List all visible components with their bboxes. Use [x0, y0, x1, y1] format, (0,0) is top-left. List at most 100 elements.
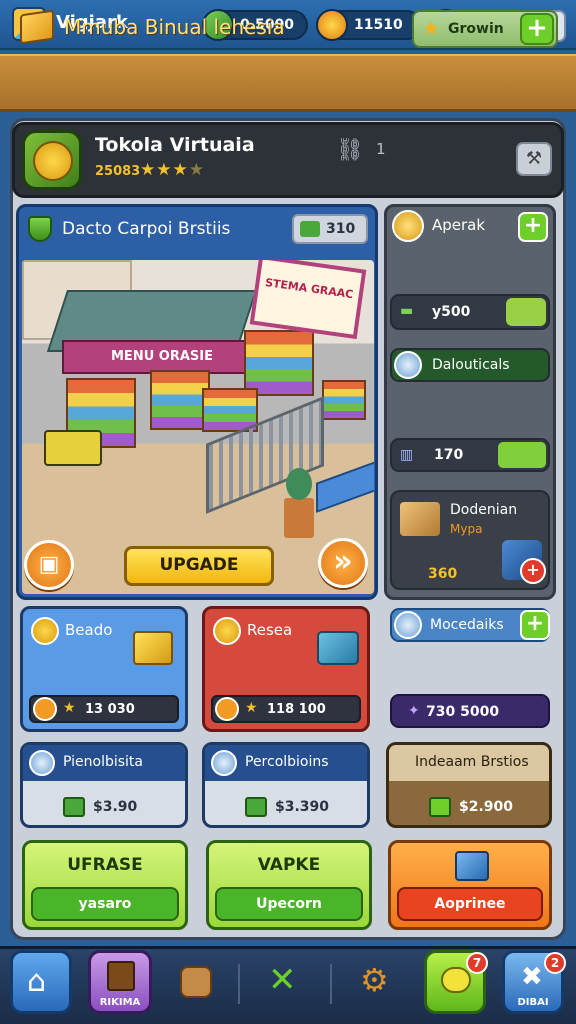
- box-slot-value: 170: [434, 447, 464, 463]
- link-count: 1: [376, 140, 386, 158]
- clock-icon: [33, 697, 57, 721]
- store-isometric-scene[interactable]: MENU ORASIE STEMA GRAAC: [22, 260, 374, 594]
- nav-separator: [238, 964, 240, 1004]
- aoprinee-button[interactable]: Aoprinee: [388, 840, 552, 930]
- resea-card[interactable]: Resea ★ 118 100: [202, 606, 370, 732]
- hammer-icon: ⚒: [525, 148, 543, 169]
- aoprinee-sub: Aoprinee: [397, 887, 543, 921]
- store-settings-button[interactable]: ⚒: [516, 142, 552, 176]
- fast-forward-button[interactable]: »: [318, 538, 368, 588]
- tools-notification-badge: 2: [544, 952, 566, 974]
- star-icon: ★: [422, 16, 440, 40]
- grow-plus-button[interactable]: +: [520, 13, 554, 45]
- info-card-pienolbisita[interactable]: Pienolbisita $3.90: [20, 742, 188, 828]
- store-rating-value: 25083: [95, 164, 141, 179]
- fast-forward-icon: »: [333, 544, 353, 579]
- product-shelf: [244, 330, 314, 396]
- delivery-box-icon: [400, 502, 440, 536]
- beado-card[interactable]: Beado ★ 13 030: [20, 606, 188, 732]
- cash-icon: [63, 797, 85, 817]
- badge-icon: [394, 611, 422, 639]
- info-card-price: $3.390: [245, 795, 355, 823]
- blue-sign: [316, 461, 374, 513]
- info-card-value: $3.90: [93, 799, 138, 815]
- info-card-title: Pienolbisita: [63, 754, 143, 770]
- box-button[interactable]: ▣: [24, 540, 74, 590]
- billboard-sign: STEMA GRAAC: [249, 260, 367, 340]
- scene-cash-badge: 310: [292, 214, 368, 244]
- gem-slot-value: 730 5000: [426, 704, 500, 720]
- grow-button[interactable]: ★ Growin +: [412, 10, 558, 48]
- coin-counter[interactable]: 11510: [316, 9, 422, 41]
- info-card-percolbioins[interactable]: Percolbioins $3.390: [202, 742, 370, 828]
- delivery-subtitle: Mypa: [450, 522, 483, 536]
- vapke-button[interactable]: VAPKE Upecorn: [206, 840, 372, 930]
- ufrase-button[interactable]: UFRASE yasaro: [22, 840, 188, 930]
- clock-icon: [215, 697, 239, 721]
- link-icon[interactable]: ⛓: [336, 138, 364, 163]
- box-slot[interactable]: ▥ 170: [390, 438, 550, 472]
- upgrade-button[interactable]: UPGADE: [124, 546, 274, 586]
- banner-title: Mmuba Binual lehesia: [64, 15, 285, 39]
- coin-icon: [392, 210, 424, 242]
- ufrase-sub: yasaro: [31, 887, 179, 921]
- info-card-price: $2.900: [429, 795, 539, 823]
- nav-menu-label: RIKIMA: [99, 997, 141, 1008]
- collect-bar[interactable]: [498, 442, 546, 468]
- cash-slot[interactable]: ▬ y500: [390, 294, 550, 330]
- beado-progress: ★ 13 030: [29, 695, 179, 723]
- info-card-header: Percolbioins: [205, 745, 367, 781]
- coin-value: 11510: [354, 17, 403, 33]
- info-card-header: Indeaam Brstios: [389, 745, 549, 781]
- info-card-indeaam[interactable]: Indeaam Brstios $2.900: [386, 742, 552, 828]
- nav-home[interactable]: ⌂: [10, 950, 72, 1014]
- resea-value: 118 100: [267, 702, 326, 717]
- resea-title: Resea: [247, 621, 293, 639]
- nav-tools-label: DIBAI: [517, 997, 549, 1008]
- badge-icon: [211, 750, 237, 776]
- home-icon: ⌂: [27, 964, 47, 999]
- market-add-button[interactable]: +: [520, 610, 550, 640]
- scene-badge-value: 310: [326, 221, 356, 237]
- discounts-button[interactable]: Dalouticals: [390, 348, 550, 382]
- info-card-value: $3.390: [275, 799, 330, 815]
- gem-slot[interactable]: ✦ 730 5000: [390, 694, 550, 728]
- info-card-price: $3.90: [63, 795, 173, 823]
- delivery-card[interactable]: Dodenian Mypa 360 +: [390, 490, 550, 590]
- box-icon: ▣: [38, 552, 60, 577]
- cash-icon: [245, 797, 267, 817]
- potted-plant: [284, 468, 314, 538]
- star-icon: ★: [63, 700, 76, 716]
- crate-icon: [20, 9, 54, 45]
- nav-shop-icon[interactable]: [180, 966, 212, 998]
- blue-box-icon: [455, 851, 489, 881]
- info-card-header: Pienolbisita: [23, 745, 185, 781]
- star-icon: ★: [245, 700, 258, 716]
- badge-icon: [29, 750, 55, 776]
- nav-tools-icon[interactable]: ✕: [268, 962, 297, 998]
- chat-notification-badge: 7: [466, 952, 488, 974]
- beado-title: Beado: [65, 621, 113, 639]
- coin-icon: [316, 9, 348, 41]
- market-label: Mocedaiks: [430, 617, 504, 633]
- cash-icon: ▬: [400, 303, 414, 319]
- product-shelf: [150, 370, 210, 430]
- badge-icon: [394, 351, 422, 379]
- nav-menu[interactable]: RIKIMA: [88, 950, 152, 1014]
- nav-separator: [330, 964, 332, 1004]
- forklift-icon: [44, 430, 102, 466]
- coin-icon: [213, 617, 241, 645]
- tools-icon: ✖: [521, 962, 543, 992]
- vapke-title: VAPKE: [257, 855, 321, 875]
- store-emblem-icon[interactable]: [22, 130, 82, 190]
- beado-value: 13 030: [85, 702, 135, 717]
- ufrase-title: UFRASE: [67, 855, 143, 875]
- gem-icon: [429, 797, 451, 817]
- shield-icon: [28, 216, 52, 242]
- add-button[interactable]: +: [518, 212, 548, 242]
- cash-icon: [300, 221, 320, 237]
- nav-settings-gear-icon[interactable]: ⚙: [360, 962, 389, 998]
- shop-sign: MENU ORASIE: [62, 340, 262, 374]
- delivery-add-icon[interactable]: +: [520, 558, 546, 584]
- package-icon: ▥: [400, 447, 414, 463]
